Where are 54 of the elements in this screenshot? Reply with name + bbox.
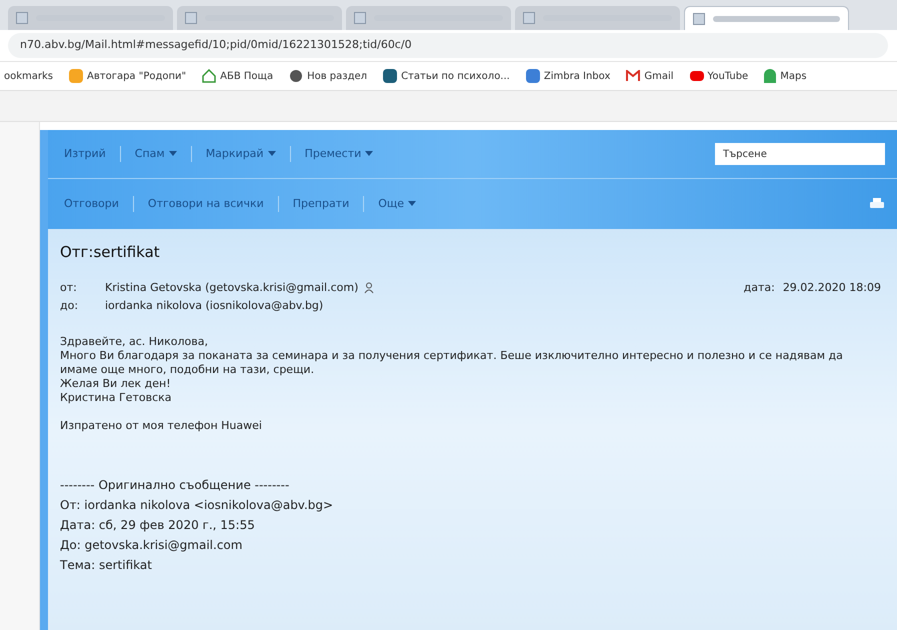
globe-icon: [289, 69, 304, 83]
bookmark-link[interactable]: ookmarks: [4, 68, 54, 84]
browser-tab[interactable]: [684, 6, 849, 30]
bookmark-link[interactable]: Maps: [764, 68, 807, 84]
quoted-message-text: -------- Оригинално съобщение --------: [60, 476, 290, 494]
message-text: Желая Ви лек ден!: [60, 376, 172, 390]
browser-tab[interactable]: [515, 6, 680, 30]
caret-icon: [268, 151, 276, 157]
mail-icon: [626, 70, 640, 82]
bookmark-link[interactable]: Gmail: [626, 68, 674, 84]
field-label: до:: [60, 298, 80, 314]
toolbar-button[interactable]: Препрати: [288, 194, 354, 214]
toolbar-button[interactable]: Премести: [300, 144, 378, 164]
page-icon: [523, 12, 535, 24]
quoted-message-text: Тема: sertifikat: [60, 556, 153, 574]
email-subject: Отг:sertifikat: [60, 242, 161, 263]
toolbar-button[interactable]: Още: [374, 194, 420, 214]
map-pin-icon: [764, 69, 776, 83]
app-icon: [526, 69, 540, 83]
page-icon: [185, 12, 197, 24]
printer-icon[interactable]: [869, 197, 885, 211]
sender-text: Kristina Getovska (getovska.krisi@gmail.com): [105, 280, 358, 296]
quoted-message-text: До: getovska.krisi@gmail.com: [60, 536, 244, 554]
message-text: Изпратено от моя телефон Huawei: [60, 418, 263, 432]
browser-tab[interactable]: [8, 6, 173, 30]
bookmark-link[interactable]: Zimbra Inbox: [526, 68, 610, 84]
field-label: дата:: [744, 280, 775, 296]
caret-icon: [365, 151, 374, 157]
quoted-message-text: Дата: сб, 29 фев 2020 г., 15:55: [60, 516, 256, 534]
page-icon: [354, 12, 366, 24]
date-text: 29.02.2020 18:09: [782, 280, 881, 296]
caret-icon: [168, 151, 177, 157]
quoted-message-text: От: iordanka nikolova <iosnikolova@abv.bg>: [60, 496, 334, 514]
caret-icon: [408, 201, 416, 207]
bookmark-link[interactable]: Автогара "Родопи": [69, 68, 186, 84]
page-icon: [16, 12, 28, 24]
play-icon: [690, 71, 704, 81]
message-text: Здравейте, ас. Николова,: [60, 334, 210, 348]
bus-icon: [69, 69, 84, 83]
bookmark-link[interactable]: АБВ Поща: [202, 68, 274, 84]
message-text: Кристина Гетовска: [60, 390, 173, 404]
bookmark-link[interactable]: Нов раздел: [289, 68, 368, 84]
browser-tab[interactable]: [177, 6, 342, 30]
search-field[interactable]: Търсене: [715, 143, 885, 165]
recipient-text: iordanka nikolova (iosnikolova@abv.bg): [105, 298, 324, 314]
address-bar[interactable]: n70.abv.bg/Mail.html#messagefid/10;pid/0mid/16221301528;tid/60c/0: [8, 33, 888, 58]
field-label: от:: [60, 280, 78, 296]
message-text: Много Ви благодаря за поканата за семинара и за получения сертификат. Беше изключително интересно и полезно и се надявам да имаме още много, подобни на тази, срещи.: [60, 348, 844, 376]
browser-tab[interactable]: [346, 6, 511, 30]
bookmark-link[interactable]: YouTube: [690, 68, 748, 84]
page-icon: [693, 12, 705, 24]
add-contact-icon[interactable]: [364, 282, 376, 294]
bookmark-link[interactable]: Статьи по психоло...: [383, 68, 510, 84]
home-icon: [202, 69, 216, 83]
